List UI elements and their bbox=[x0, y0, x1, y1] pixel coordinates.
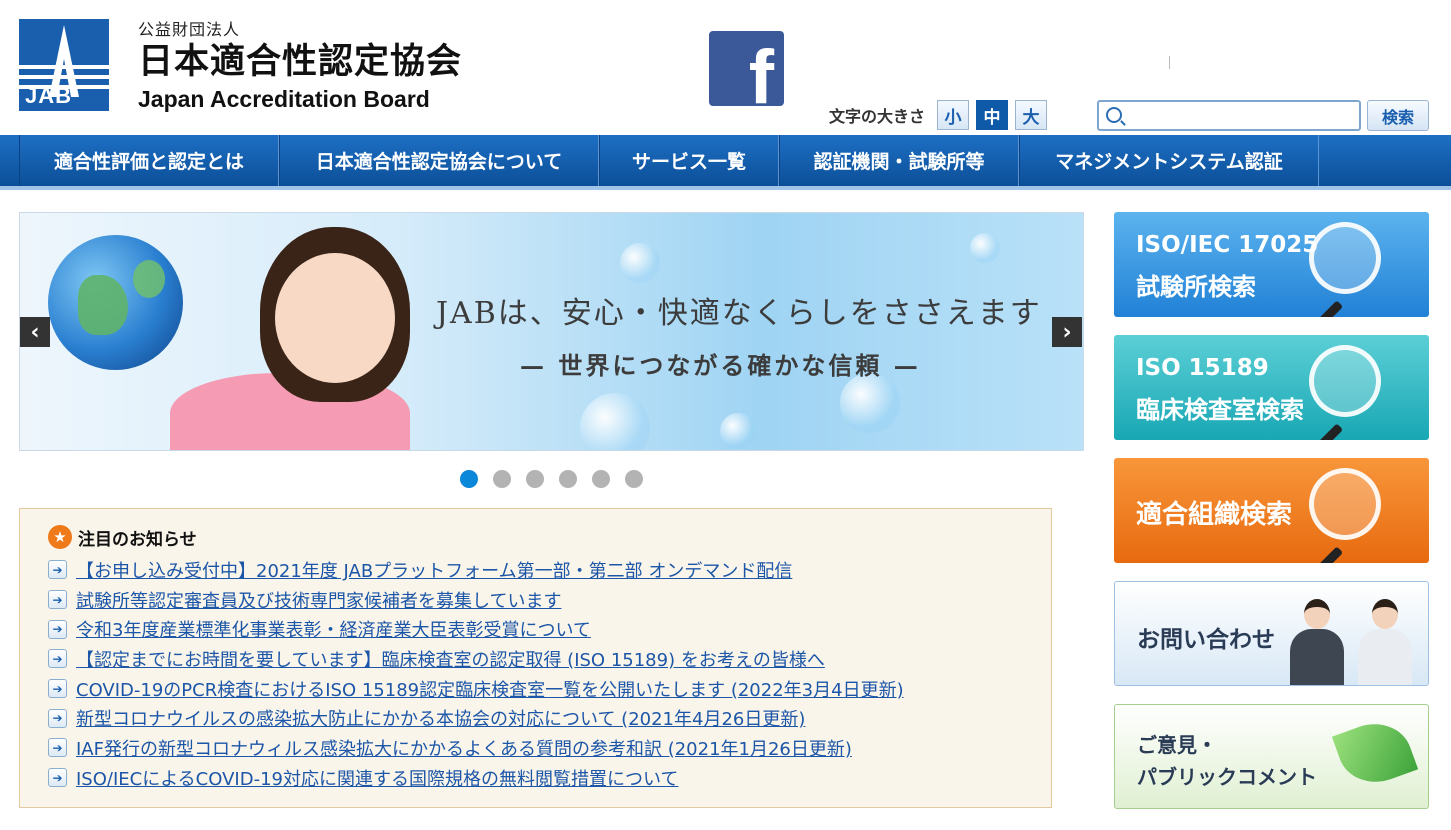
nav-item-certification-bodies[interactable]: 認証機関・試験所等 bbox=[779, 135, 1019, 186]
news-title: 注目のお知らせ bbox=[78, 529, 197, 550]
arrow-right-icon: ➔ bbox=[48, 619, 67, 639]
person-head bbox=[1304, 599, 1330, 629]
hero-slider[interactable]: JABは、安心・快適なくらしをささえます — 世界につながる確かな信頼 — bbox=[19, 212, 1084, 451]
magnifier-icon bbox=[1309, 345, 1381, 417]
arrow-right-icon: ➔ bbox=[48, 708, 67, 728]
clinical-lab-search-banner[interactable]: ISO 15189 臨床検査室検索 bbox=[1114, 335, 1429, 440]
news-link[interactable]: 新型コロナウイルスの感染拡大防止にかかる本協会の対応について (2021年4月2… bbox=[76, 705, 805, 731]
search-input[interactable] bbox=[1129, 106, 1354, 126]
arrow-right-icon: ➔ bbox=[48, 560, 67, 580]
banner-line1: ご意見・ bbox=[1137, 733, 1217, 757]
facebook-icon[interactable]: f bbox=[709, 31, 784, 106]
banner-line1: 適合組織検索 bbox=[1136, 500, 1293, 530]
arrow-right-icon: ➔ bbox=[48, 590, 67, 610]
news-link[interactable]: COVID-19のPCR検査におけるISO 15189認定臨床検査室一覧を公開い… bbox=[76, 676, 904, 702]
list-item: ➔ IAF発行の新型コロナウィルス感染拡大にかかるよくある質問の参考和訳 (202… bbox=[48, 733, 1051, 763]
slider-dot[interactable] bbox=[625, 470, 643, 488]
leaf-icon bbox=[1331, 712, 1419, 794]
hero-title: JABは、安心・快適なくらしをささえます bbox=[436, 296, 1042, 331]
facebook-f-glyph: f bbox=[748, 35, 774, 107]
bubble bbox=[620, 243, 660, 283]
contact-banner[interactable]: お問い合わせ bbox=[1114, 581, 1429, 686]
child-image bbox=[275, 253, 395, 383]
font-size-label: 文字の大きさ bbox=[829, 107, 926, 126]
banner-line2: パブリックコメント bbox=[1137, 765, 1317, 789]
person-suit bbox=[1358, 629, 1412, 685]
slider-dots bbox=[460, 470, 658, 488]
list-item: ➔ 【お申し込み受付中】2021年度 JABプラットフォーム第一部・第二部 オンデ… bbox=[48, 555, 1051, 585]
site-search: 検索 bbox=[1097, 100, 1429, 131]
nav-item-management-system[interactable]: マネジメントシステム認証 bbox=[1019, 135, 1319, 186]
banner-line1: ISO/IEC 17025 bbox=[1136, 232, 1319, 258]
slider-dot[interactable] bbox=[526, 470, 544, 488]
search-icon bbox=[1106, 107, 1122, 123]
lab-search-banner[interactable]: ISO/IEC 17025 試験所検索 bbox=[1114, 212, 1429, 317]
person bbox=[1356, 593, 1414, 685]
logo-jab-text: JAB bbox=[25, 83, 73, 108]
magnifier-icon bbox=[1309, 468, 1381, 540]
list-item: ➔ ISO/IECによるCOVID-19対応に関連する国際規格の無料閲覧措置につい… bbox=[48, 763, 1051, 793]
arrow-right-icon: ➔ bbox=[48, 768, 67, 788]
font-size-large-button[interactable]: 大 bbox=[1015, 100, 1048, 130]
list-item: ➔ 令和3年度産業標準化事業表彰・経済産業大臣表彰受賞について bbox=[48, 614, 1051, 644]
nav-item-about-accreditation[interactable]: 適合性評価と認定とは bbox=[19, 135, 279, 186]
news-link[interactable]: ISO/IECによるCOVID-19対応に関連する国際規格の無料閲覧措置について bbox=[76, 765, 678, 791]
news-panel: ★ 注目のお知らせ ➔ 【お申し込み受付中】2021年度 JABプラットフォーム第… bbox=[19, 508, 1052, 808]
banner-line2: 試験所検索 bbox=[1136, 273, 1256, 301]
arrow-right-icon: ➔ bbox=[48, 679, 67, 699]
org-type: 公益財団法人 bbox=[138, 20, 241, 39]
site-header: JAB 公益財団法人 日本適合性認定協会 Japan Accreditation… bbox=[0, 0, 1451, 135]
bubble bbox=[840, 373, 900, 433]
news-link[interactable]: 令和3年度産業標準化事業表彰・経済産業大臣表彰受賞について bbox=[76, 616, 591, 642]
magnifier-icon bbox=[1309, 222, 1381, 294]
search-button[interactable]: 検索 bbox=[1367, 100, 1429, 131]
font-size-medium-button[interactable]: 中 bbox=[976, 100, 1009, 130]
news-link[interactable]: 試験所等認定審査員及び技術専門家候補者を募集しています bbox=[76, 587, 561, 613]
org-search-banner[interactable]: 適合組織検索 bbox=[1114, 458, 1429, 563]
star-icon: ★ bbox=[48, 525, 72, 549]
bubble bbox=[580, 393, 650, 450]
nav-item-about-jab[interactable]: 日本適合性認定協会について bbox=[279, 135, 599, 186]
divider bbox=[1169, 56, 1170, 69]
staff-image bbox=[1288, 590, 1418, 685]
slider-prev-button[interactable]: ‹ bbox=[20, 317, 50, 347]
person bbox=[1288, 593, 1346, 685]
news-list: ➔ 【お申し込み受付中】2021年度 JABプラットフォーム第一部・第二部 オンデ… bbox=[48, 555, 1051, 793]
hero-subtitle: — 世界につながる確かな信頼 — bbox=[520, 351, 921, 380]
nav-item-services[interactable]: サービス一覧 bbox=[599, 135, 779, 186]
person-suit bbox=[1290, 629, 1344, 685]
list-item: ➔ 試験所等認定審査員及び技術専門家候補者を募集しています bbox=[48, 585, 1051, 615]
font-size-small-button[interactable]: 小 bbox=[937, 100, 970, 130]
news-header: ★ 注目のお知らせ bbox=[48, 523, 1051, 551]
bubble bbox=[970, 233, 1000, 263]
site-title[interactable]: 公益財団法人 日本適合性認定協会 Japan Accreditation Boa… bbox=[138, 16, 462, 113]
list-item: ➔ 新型コロナウイルスの感染拡大防止にかかる本協会の対応について (2021年4月… bbox=[48, 703, 1051, 733]
list-item: ➔ 【認定までにお時間を要しています】臨床検査室の認定取得 (ISO 15189)… bbox=[48, 644, 1051, 674]
jab-logo[interactable]: JAB bbox=[19, 19, 109, 111]
global-nav: 適合性評価と認定とは 日本適合性認定協会について サービス一覧 認証機関・試験所… bbox=[0, 135, 1451, 190]
person-head bbox=[1372, 599, 1398, 629]
search-box[interactable] bbox=[1097, 100, 1361, 131]
banner-line1: ISO 15189 bbox=[1136, 355, 1269, 381]
font-size-switcher: 文字の大きさ 小 中 大 bbox=[829, 100, 1054, 130]
slider-dot[interactable] bbox=[460, 470, 478, 488]
org-name-en: Japan Accreditation Board bbox=[138, 86, 430, 112]
opinion-banner[interactable]: ご意見・ パブリックコメント bbox=[1114, 704, 1429, 809]
slider-dot[interactable] bbox=[559, 470, 577, 488]
slider-next-button[interactable]: › bbox=[1052, 317, 1082, 347]
org-name-ja: 日本適合性認定協会 bbox=[138, 42, 463, 82]
news-link[interactable]: 【お申し込み受付中】2021年度 JABプラットフォーム第一部・第二部 オンデマ… bbox=[76, 557, 792, 583]
arrow-right-icon: ➔ bbox=[48, 649, 67, 669]
banner-line1: お問い合わせ bbox=[1137, 627, 1275, 653]
list-item: ➔ COVID-19のPCR検査におけるISO 15189認定臨床検査室一覧を公開… bbox=[48, 674, 1051, 704]
bubble bbox=[720, 413, 756, 449]
news-link[interactable]: 【認定までにお時間を要しています】臨床検査室の認定取得 (ISO 15189) … bbox=[76, 646, 825, 672]
slider-dot[interactable] bbox=[493, 470, 511, 488]
globe-image bbox=[48, 235, 183, 370]
news-link[interactable]: IAF発行の新型コロナウィルス感染拡大にかかるよくある質問の参考和訳 (2021… bbox=[76, 735, 852, 761]
banner-line2: 臨床検査室検索 bbox=[1136, 396, 1304, 424]
slider-dot[interactable] bbox=[592, 470, 610, 488]
arrow-right-icon: ➔ bbox=[48, 738, 67, 758]
